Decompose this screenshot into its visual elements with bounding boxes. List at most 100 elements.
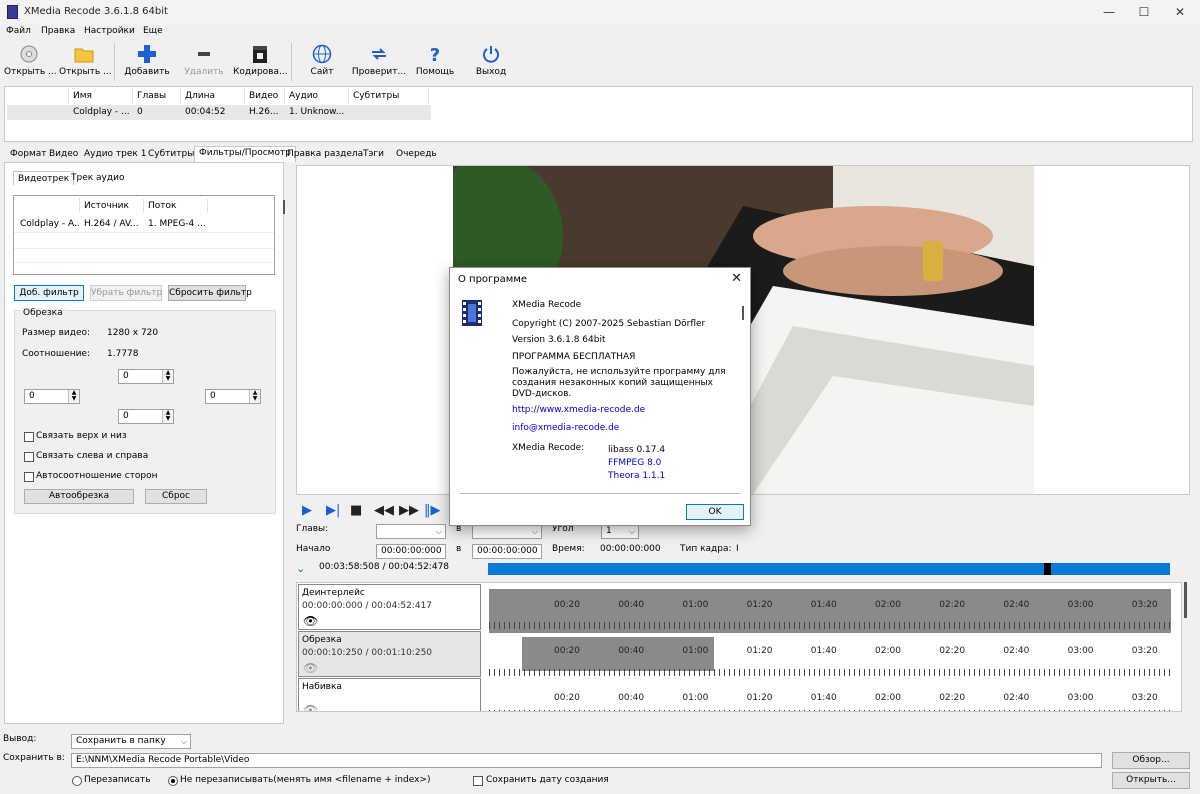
crop-bottom-spinner[interactable]: 0 ▲ ▼ [118,409,174,424]
column-header-chapters[interactable]: Главы [133,89,181,103]
table-row[interactable]: Coldplay - ... 0 00:04:52 H.26... 1. Unk… [7,105,431,120]
encode-button[interactable]: Кодирова... [233,42,288,82]
link-left-right-checkbox[interactable] [24,452,34,462]
website-button[interactable]: Сайт [300,42,344,82]
end-time-field[interactable]: 00:00:00:000 [472,544,542,559]
eye-icon[interactable]: 👁 [303,703,318,711]
close-icon[interactable]: ✕ [731,271,742,286]
open-folder-button[interactable]: Открыть... [1112,772,1190,789]
collapse-chevron-icon[interactable]: ⌄ [296,562,305,575]
lane-crop[interactable] [489,633,1171,679]
about-url-link[interactable]: http://www.xmedia-recode.de [512,405,645,415]
tab-format[interactable]: Формат [6,148,51,162]
about-notice-2: создания незаконных копий защищенных [512,378,713,388]
about-lib-theora[interactable]: Theora 1.1.1 [608,471,665,481]
next-frame-icon[interactable]: ▶| [326,503,340,518]
end-in-label: в [456,544,462,554]
tick-label: 00:40 [618,646,645,656]
chapters-select[interactable]: ⌵ [376,524,446,539]
column-header-audio[interactable]: Аудио [285,89,349,103]
crop-right-spinner[interactable]: 0 ▲ ▼ [205,389,261,404]
add-button[interactable]: Добавить [124,42,170,82]
track-crop[interactable]: Обрезка 00:00:10:250 / 00:01:10:250 👁 [298,631,481,677]
ok-button[interactable]: OK [686,504,744,520]
spinner-arrows-icon[interactable]: ▲ ▼ [68,390,79,403]
auto-ratio-checkbox[interactable] [24,472,34,482]
tab-tags[interactable]: Тэги [359,148,388,162]
start-time-field[interactable]: 00:00:00:000 [376,544,446,559]
browse-button[interactable]: Обзор... [1112,752,1190,769]
crop-reset-button[interactable]: Сброс [145,489,207,504]
angle-select[interactable]: 1 ⌵ [601,524,639,539]
open-disc-button[interactable]: Открыть ... [4,42,57,82]
column-header-length[interactable]: Длина [181,89,245,103]
splitter-handle[interactable] [283,200,285,214]
tab-subtitles[interactable]: Субтитры [144,148,198,162]
spinner-arrows-icon[interactable]: ▲ ▼ [249,390,260,403]
output-select[interactable]: Сохранить в папку ⌵ [71,734,191,749]
reset-filter-button[interactable]: Сбросить фильтр [168,285,252,301]
tab-filters-preview[interactable]: Фильтры/Просмотр [194,146,296,162]
eye-icon[interactable]: 👁 [303,614,318,628]
column-header[interactable] [14,198,80,212]
subtab-video-track[interactable]: Видеотрек [13,171,75,185]
fast-forward-icon[interactable]: ▶▶ [399,503,419,518]
column-header[interactable] [5,89,69,103]
eye-icon[interactable]: 👁 [303,661,318,675]
open-file-button[interactable]: Открыть ... [59,42,112,82]
cell-subtitles [349,105,427,119]
about-libs-label: XMedia Recode: [512,443,585,453]
dialog-scrollbar[interactable] [742,306,744,320]
remove-filter-button[interactable]: Убрать фильтр [90,285,162,301]
menu-file[interactable]: Файл [6,26,31,36]
about-email-link[interactable]: info@xmedia-recode.de [512,423,619,433]
tab-chapter-edit[interactable]: Правка раздела [283,148,367,162]
link-top-bottom-checkbox[interactable] [24,432,34,442]
keep-date-checkbox[interactable] [473,776,483,786]
timeline-vscroll[interactable] [1184,582,1187,618]
rewind-icon[interactable]: ◀◀ [374,503,394,518]
tab-video[interactable]: Видео [45,148,82,162]
help-button[interactable]: ? Помощь [413,42,457,82]
lane-deinterlace[interactable] [489,589,1171,635]
track-padding[interactable]: Набивка 👁 [298,678,481,711]
check-updates-button[interactable]: Проверит... [351,42,407,82]
crop-left-spinner[interactable]: 0 ▲ ▼ [24,389,80,404]
spinner-arrows-icon[interactable]: ▲ ▼ [162,370,173,383]
tab-audio-track[interactable]: Аудио трек 1 [80,148,150,162]
crop-top-spinner[interactable]: 0 ▲ ▼ [118,369,174,384]
column-header-video[interactable]: Видео [245,89,285,103]
no-overwrite-radio[interactable] [168,776,178,786]
playhead[interactable] [1044,563,1051,575]
mark-start-icon[interactable]: ‖▶ [424,503,441,518]
chapter-end-select[interactable]: ⌵ [472,524,542,539]
menu-settings[interactable]: Настройки [84,26,135,36]
minimize-icon[interactable]: — [1101,4,1117,20]
column-header-name[interactable]: Имя [69,89,133,103]
stream-table[interactable]: Источник Поток Coldplay - A... H.264 / A… [13,195,275,275]
delete-button[interactable]: Удалить [181,42,227,82]
spinner-arrows-icon[interactable]: ▲ ▼ [162,410,173,423]
add-filter-button[interactable]: Доб. фильтр [14,285,84,301]
subtab-audio-track[interactable]: Трек аудио [67,171,128,185]
column-header-subtitles[interactable]: Субтитры [349,89,429,103]
time-label: Время: [552,544,585,554]
save-path-field[interactable]: E:\NNM\XMedia Recode Portable\Video [71,753,1102,768]
column-header-stream[interactable]: Поток [144,199,208,213]
about-lib-ffmpeg[interactable]: FFMPEG 8.0 [608,458,661,468]
row-divider [14,232,274,233]
seek-bar[interactable] [488,563,1170,575]
exit-button[interactable]: Выход [470,42,512,82]
overwrite-radio[interactable] [72,776,82,786]
play-icon[interactable]: ▶ [302,503,312,518]
autocrop-button[interactable]: Автообрезка [24,489,134,504]
stop-icon[interactable]: ■ [350,503,362,518]
menu-edit[interactable]: Правка [41,26,75,36]
maximize-icon[interactable]: ☐ [1136,4,1152,20]
menu-more[interactable]: Еще [143,26,163,36]
tab-queue[interactable]: Очередь [392,148,441,162]
close-icon[interactable]: ✕ [1172,4,1188,20]
track-deinterlace[interactable]: Деинтерлейс 00:00:00:000 / 00:04:52:417 … [298,584,481,630]
column-header-source[interactable]: Источник [80,199,144,213]
file-list[interactable]: Имя Главы Длина Видео Аудио Субтитры Col… [4,86,1193,142]
